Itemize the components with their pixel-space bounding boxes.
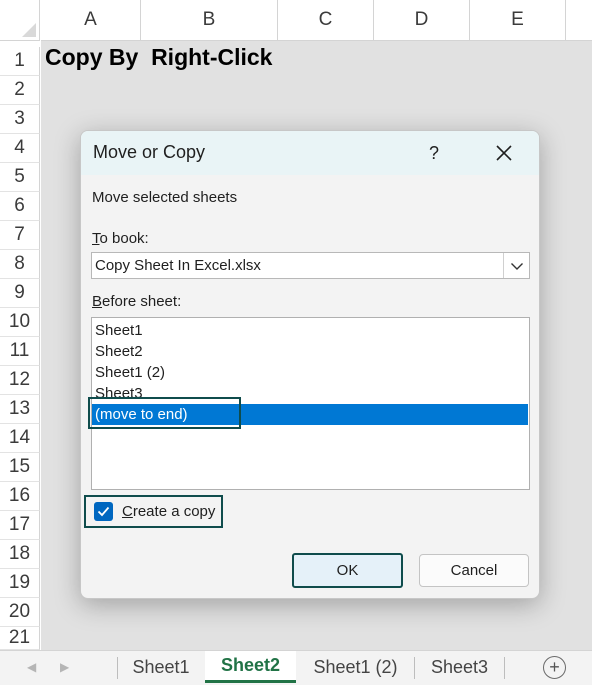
row-header-2[interactable]: 2 bbox=[0, 76, 40, 105]
tab-sheet2[interactable]: Sheet2 bbox=[205, 651, 296, 683]
instruction-text: Move selected sheets bbox=[92, 189, 238, 206]
before-sheet-list[interactable]: Sheet1 Sheet2 Sheet1 (2) Sheet3 (move to… bbox=[91, 317, 530, 490]
row-header-17[interactable]: 17 bbox=[0, 511, 40, 540]
column-header-d[interactable]: D bbox=[374, 0, 470, 41]
dialog-title: Move or Copy bbox=[93, 142, 206, 162]
list-item-move-to-end[interactable]: (move to end) bbox=[92, 404, 528, 425]
row-header-6[interactable]: 6 bbox=[0, 192, 40, 221]
row-header-16[interactable]: 16 bbox=[0, 482, 40, 511]
tab-sheet3[interactable]: Sheet3 bbox=[415, 651, 504, 683]
close-icon bbox=[496, 145, 512, 161]
move-or-copy-dialog: Move or Copy ? Move selected sheets To b… bbox=[80, 130, 540, 599]
dropdown-button[interactable] bbox=[503, 253, 529, 278]
scroll-tabs-right-icon[interactable]: ▶ bbox=[60, 660, 69, 674]
help-button[interactable]: ? bbox=[421, 140, 447, 166]
checkmark-icon bbox=[97, 506, 110, 517]
list-item-sheet3[interactable]: Sheet3 bbox=[92, 383, 529, 404]
row-header-4[interactable]: 4 bbox=[0, 134, 40, 163]
row-header-15[interactable]: 15 bbox=[0, 453, 40, 482]
row-header-8[interactable]: 8 bbox=[0, 250, 40, 279]
to-book-dropdown[interactable]: Copy Sheet In Excel.xlsx bbox=[91, 252, 530, 279]
to-book-label: To book: bbox=[92, 230, 149, 247]
chevron-down-icon bbox=[510, 262, 523, 270]
before-sheet-hotkey: B bbox=[92, 293, 103, 310]
to-book-hotkey: T bbox=[92, 230, 100, 247]
ok-button[interactable]: OK bbox=[292, 553, 403, 588]
column-header-f[interactable] bbox=[566, 0, 592, 41]
row-header-5[interactable]: 5 bbox=[0, 163, 40, 192]
row-header-11[interactable]: 11 bbox=[0, 337, 40, 366]
dialog-title-bar[interactable]: Move or Copy ? bbox=[81, 131, 539, 175]
column-header-a[interactable]: A bbox=[41, 0, 141, 41]
scroll-tabs-left-icon[interactable]: ◀ bbox=[27, 660, 36, 674]
to-book-label-text: o book: bbox=[99, 230, 149, 247]
tab-separator bbox=[504, 657, 505, 679]
cancel-button[interactable]: Cancel bbox=[419, 554, 529, 587]
plus-icon: + bbox=[549, 657, 560, 677]
to-book-value: Copy Sheet In Excel.xlsx bbox=[95, 257, 261, 274]
grid-line bbox=[566, 41, 567, 650]
before-sheet-label-text: efore sheet: bbox=[102, 293, 182, 310]
list-item-sheet1-2[interactable]: Sheet1 (2) bbox=[92, 362, 529, 383]
list-item-sheet1[interactable]: Sheet1 bbox=[92, 320, 529, 341]
create-copy-checkbox[interactable] bbox=[94, 502, 113, 521]
list-item-sheet2[interactable]: Sheet2 bbox=[92, 341, 529, 362]
add-sheet-button[interactable]: + bbox=[543, 656, 566, 679]
before-sheet-label: Before sheet: bbox=[92, 293, 181, 310]
row-header-21[interactable]: 21 bbox=[0, 627, 40, 650]
close-button[interactable] bbox=[489, 138, 519, 168]
tab-sheet1[interactable]: Sheet1 bbox=[118, 651, 204, 683]
create-copy-label-text: reate a copy bbox=[132, 503, 216, 520]
create-copy-hotkey: C bbox=[122, 503, 133, 520]
row-header-1[interactable]: 1 bbox=[0, 47, 40, 76]
row-header-9[interactable]: 9 bbox=[0, 279, 40, 308]
row-header-14[interactable]: 14 bbox=[0, 424, 40, 453]
row-header-19[interactable]: 19 bbox=[0, 569, 40, 598]
cell-a1-title[interactable]: Copy By Right-Click bbox=[45, 44, 272, 71]
column-header-e[interactable]: E bbox=[470, 0, 566, 41]
row-header-3[interactable]: 3 bbox=[0, 105, 40, 134]
row-header-20[interactable]: 20 bbox=[0, 598, 40, 627]
column-header-c[interactable]: C bbox=[278, 0, 374, 41]
sheet-tab-bar: ◀ ▶ Sheet1 Sheet2 Sheet1 (2) Sheet3 + bbox=[0, 650, 592, 685]
row-header-18[interactable]: 18 bbox=[0, 540, 40, 569]
create-copy-checkbox-highlight: Create a copy bbox=[84, 495, 223, 528]
select-all-corner[interactable] bbox=[0, 0, 40, 41]
create-copy-label[interactable]: Create a copy bbox=[122, 503, 215, 520]
row-header-10[interactable]: 10 bbox=[0, 308, 40, 337]
row-header-13[interactable]: 13 bbox=[0, 395, 40, 424]
row-header-7[interactable]: 7 bbox=[0, 221, 40, 250]
column-header-b[interactable]: B bbox=[141, 0, 278, 41]
row-header-12[interactable]: 12 bbox=[0, 366, 40, 395]
tab-sheet1-2[interactable]: Sheet1 (2) bbox=[297, 651, 414, 683]
